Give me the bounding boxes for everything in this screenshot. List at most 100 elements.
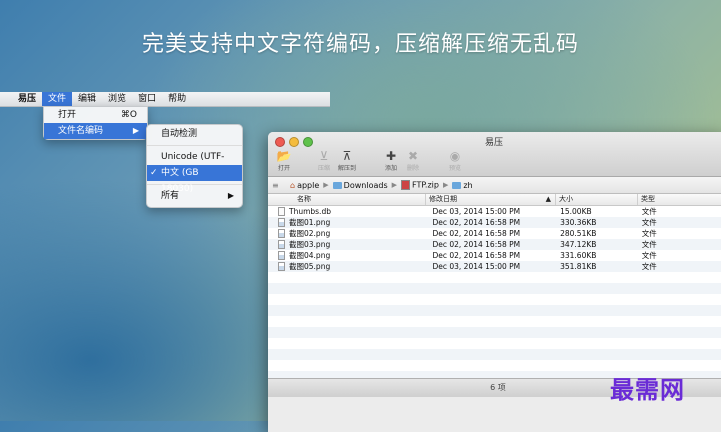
table-row[interactable]: Thumbs.db Dec 03, 2014 15:00 PM 15.00KB …: [268, 206, 721, 217]
file-type: 文件: [641, 207, 657, 216]
file-size: 351.81KB: [560, 262, 597, 271]
table-row[interactable]: 截图05.png Dec 03, 2014 15:00 PM 351.81KB …: [268, 261, 721, 272]
file-type: 文件: [641, 240, 657, 249]
menu-bar: 易压 文件 编辑 浏览 窗口 帮助: [0, 92, 330, 107]
folder-open-icon: 📂: [276, 149, 292, 163]
menu-item-open-label: 打开: [58, 110, 77, 120]
file-size: 15.00KB: [560, 207, 592, 216]
extract-icon: ⊼: [342, 149, 352, 163]
empty-row: [268, 316, 721, 327]
file-date: Dec 02, 2014 16:58 PM: [432, 240, 521, 249]
list-view-icon[interactable]: ≡: [272, 181, 282, 190]
file-date: Dec 03, 2014 15:00 PM: [432, 207, 521, 216]
path-home-label: apple: [297, 180, 320, 190]
image-file-icon: [278, 262, 285, 271]
table-row[interactable]: 截图01.png Dec 02, 2014 16:58 PM 330.36KB …: [268, 217, 721, 228]
image-file-icon: [278, 251, 285, 260]
toolbar-open-button[interactable]: 📂 打开: [271, 149, 297, 172]
sort-ascending-icon: ▲: [545, 195, 551, 203]
toolbar-extract-button[interactable]: ⊼ 解压到: [334, 149, 360, 172]
auto-detect-label: 自动检测: [161, 129, 198, 139]
menu-item-filename-encoding[interactable]: 文件名编码 ▶: [44, 123, 147, 139]
file-name: 截图02.png: [289, 229, 331, 238]
menu-file[interactable]: 文件: [42, 92, 73, 106]
menu-browse[interactable]: 浏览: [102, 92, 132, 106]
table-row[interactable]: 截图02.png Dec 02, 2014 16:58 PM 280.51KB …: [268, 228, 721, 239]
watermark-logo: 最需网: [610, 375, 685, 404]
menu-edit[interactable]: 编辑: [72, 92, 102, 106]
image-file-icon: [278, 218, 285, 227]
path-bar: ≡ ⌂ apple ▶ Downloads ▶ FTP.zip ▶ zh: [268, 177, 721, 194]
file-name: 截图05.png: [289, 262, 331, 271]
empty-row: [268, 327, 721, 338]
toolbar-add-label: 添加: [384, 165, 397, 172]
file-list: Thumbs.db Dec 03, 2014 15:00 PM 15.00KB …: [268, 206, 721, 378]
empty-row: [268, 305, 721, 316]
open-shortcut: ⌘O: [120, 110, 137, 120]
file-type: 文件: [641, 262, 657, 271]
checkmark-icon: ✓: [150, 168, 158, 178]
menu-item-unicode[interactable]: Unicode (UTF-8): [147, 149, 242, 178]
toolbar-preview-label: 预览: [448, 165, 461, 172]
file-size: 331.60KB: [560, 251, 597, 260]
path-zip-label: FTP.zip: [412, 180, 439, 190]
all-encodings-label: 所有: [161, 191, 180, 201]
image-file-icon: [278, 240, 285, 249]
file-size: 347.12KB: [560, 240, 597, 249]
folder-icon: [452, 181, 462, 189]
menu-app-name[interactable]: 易压: [12, 92, 42, 106]
toolbar-delete-label: 删除: [406, 165, 419, 172]
toolbar-compress-label: 压缩: [317, 165, 330, 172]
file-size: 330.36KB: [560, 218, 597, 227]
column-header-date[interactable]: 修改日期 ▲: [426, 194, 556, 205]
path-segment-zip[interactable]: FTP.zip: [401, 180, 439, 190]
menu-window[interactable]: 窗口: [132, 92, 162, 106]
path-separator-icon: ▶: [391, 181, 397, 189]
menu-item-all[interactable]: 所有 ▶: [147, 188, 242, 204]
toolbar-delete-button[interactable]: ✖ 删除: [400, 149, 426, 172]
menu-item-open[interactable]: 打开 ⌘O: [44, 107, 147, 123]
path-segment-home[interactable]: ⌂ apple: [290, 181, 319, 190]
document-file-icon: [278, 207, 285, 216]
menu-separator: [147, 145, 242, 146]
toolbar-extract-label: 解压到: [337, 165, 356, 172]
table-header: 名称 修改日期 ▲ 大小 类型: [268, 194, 721, 206]
column-date-label: 修改日期: [429, 195, 457, 203]
path-separator-icon: ▶: [442, 181, 449, 189]
table-row[interactable]: 截图04.png Dec 02, 2014 16:58 PM 331.60KB …: [268, 250, 721, 261]
column-header-type[interactable]: 类型: [638, 194, 721, 205]
image-file-icon: [278, 229, 285, 238]
folder-icon: [332, 181, 342, 189]
empty-row: [268, 283, 721, 294]
menu-help[interactable]: 帮助: [162, 92, 192, 106]
encoding-submenu: 自动检测 Unicode (UTF-8) ✓ 中文 (GB 18030) 所有 …: [146, 124, 243, 208]
window-titlebar: 易压 📂 打开 ⊻ 压缩 ⊼ 解压到 ✚ 添加 ✖ 删除 ◉ 预览: [268, 132, 721, 177]
file-date: Dec 03, 2014 15:00 PM: [432, 262, 521, 271]
file-name: 截图04.png: [289, 251, 331, 260]
path-segment-zh[interactable]: zh: [452, 180, 473, 190]
empty-row: [268, 349, 721, 360]
file-date: Dec 02, 2014 16:58 PM: [432, 251, 521, 260]
table-row[interactable]: 截图03.png Dec 02, 2014 16:58 PM 347.12KB …: [268, 239, 721, 250]
toolbar-preview-button[interactable]: ◉ 预览: [442, 149, 468, 172]
submenu-arrow-icon: ▶: [227, 191, 234, 200]
eye-icon: ◉: [449, 149, 461, 163]
path-downloads-label: Downloads: [343, 180, 388, 190]
empty-row: [268, 294, 721, 305]
menu-item-auto-detect[interactable]: 自动检测: [147, 126, 242, 142]
file-name: Thumbs.db: [289, 207, 331, 216]
empty-row: [268, 272, 721, 283]
file-type: 文件: [641, 218, 657, 227]
zip-file-icon: [401, 180, 410, 190]
menu-item-gb18030[interactable]: ✓ 中文 (GB 18030): [147, 165, 242, 194]
home-icon: ⌂: [290, 180, 296, 190]
file-name: 截图03.png: [289, 240, 331, 249]
menu-item-encoding-label: 文件名编码: [58, 126, 104, 136]
file-date: Dec 02, 2014 16:58 PM: [432, 229, 521, 238]
column-header-size[interactable]: 大小: [556, 194, 638, 205]
promo-headline: 完美支持中文字符编码，压缩解压缩无乱码: [141, 32, 579, 57]
path-segment-downloads[interactable]: Downloads: [332, 180, 388, 190]
path-zh-label: zh: [463, 180, 473, 190]
delete-icon: ✖: [407, 149, 419, 163]
column-header-name[interactable]: 名称: [268, 194, 426, 205]
